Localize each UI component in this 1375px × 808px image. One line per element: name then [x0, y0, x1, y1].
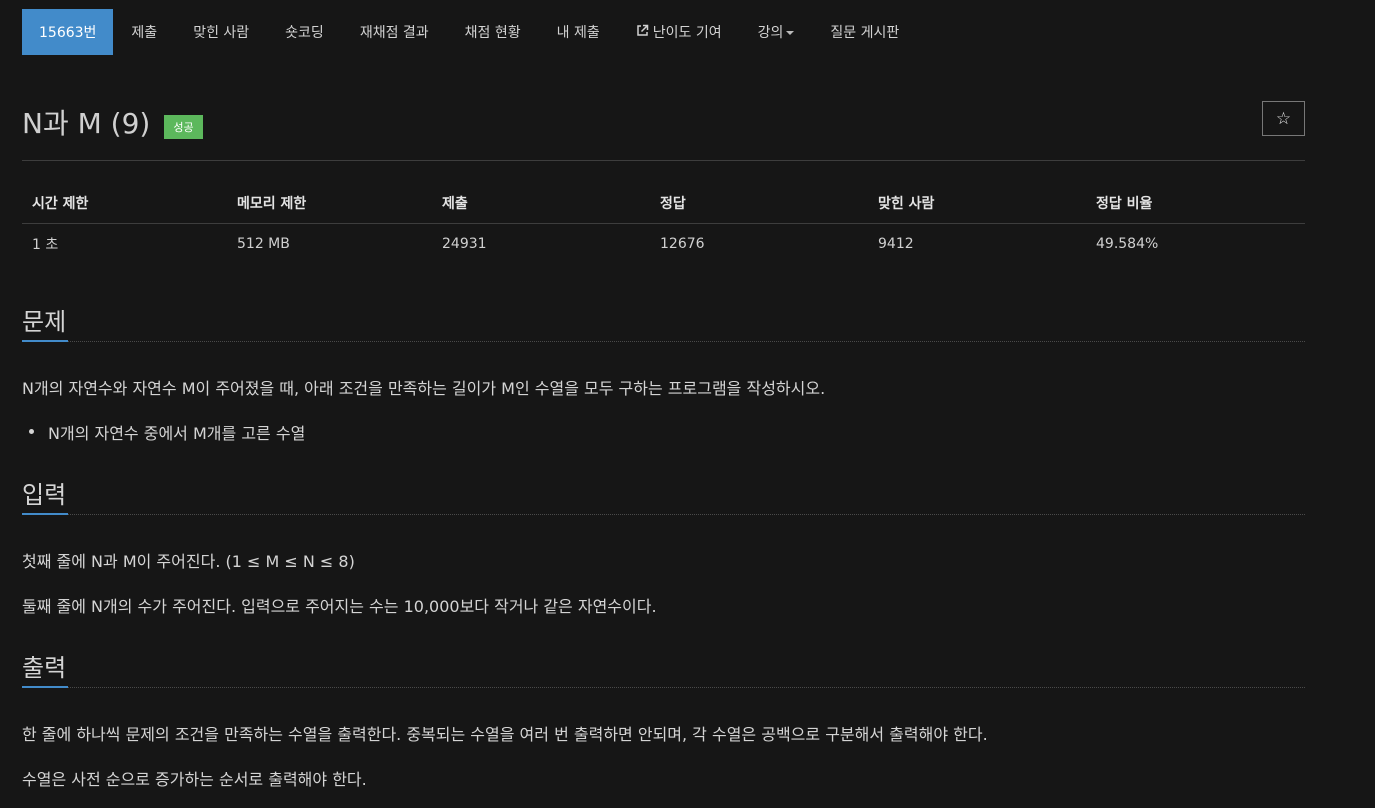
nav-item-label: 내 제출: [556, 25, 600, 41]
table-header-row: 시간 제한 메모리 제한 제출 정답 맞힌 사람 정답 비율: [22, 183, 1305, 224]
nav-item-problem[interactable]: 15663번: [22, 9, 114, 55]
section-heading-input: 입력: [22, 475, 1305, 515]
header-submissions: 제출: [432, 183, 650, 224]
section-underline: [22, 513, 68, 515]
section-divider: [22, 341, 1305, 342]
nav-item-solved-users[interactable]: 맞힌 사람: [175, 9, 267, 55]
problem-info-table: 시간 제한 메모리 제한 제출 정답 맞힌 사람 정답 비율 1 초 512 M…: [22, 183, 1305, 264]
header-solved-users: 맞힌 사람: [868, 183, 1086, 224]
nav-item-label: 제출: [131, 25, 158, 41]
header-accept-ratio: 정답 비율: [1086, 183, 1305, 224]
submissions-value: 24931: [442, 236, 487, 252]
section-title: 출력: [22, 654, 67, 682]
title-row: N과 M (9) 성공 ☆: [22, 98, 1305, 146]
accepted-value: 12676: [660, 236, 705, 252]
external-link-icon: [636, 24, 649, 41]
nav-item-label: 강의: [757, 25, 784, 41]
nav-item-label: 채점 현황: [464, 25, 521, 41]
nav-item-difficulty[interactable]: 난이도 기여: [618, 9, 740, 55]
nav-item-label: 질문 게시판: [830, 25, 900, 41]
header-memory-limit: 메모리 제한: [227, 183, 432, 224]
problem-description: N개의 자연수와 자연수 M이 주어졌을 때, 아래 조건을 만족하는 길이가 …: [22, 379, 826, 398]
nav-item-submit[interactable]: 제출: [113, 9, 175, 55]
section-heading-output: 출력: [22, 648, 1305, 688]
page: 15663번 제출 맞힌 사람 숏코딩 재채점 결과 채점 현황 내 제출 난이…: [0, 0, 1375, 808]
section-title: 입력: [22, 481, 67, 509]
section-underline: [22, 340, 68, 342]
header-accepted: 정답: [650, 183, 868, 224]
input-line: 첫째 줄에 N과 M이 주어진다. (1 ≤ M ≤ N ≤ 8): [22, 552, 355, 571]
input-line: 둘째 줄에 N개의 수가 주어진다. 입력으로 주어지는 수는 10,000보다…: [22, 597, 657, 616]
nav-item-my-submissions[interactable]: 내 제출: [539, 9, 618, 55]
nav-item-lectures[interactable]: 강의: [740, 9, 813, 55]
list-item: N개의 자연수 중에서 M개를 고른 수열: [28, 420, 305, 444]
nav-item-label: 난이도 기여: [652, 25, 722, 41]
star-icon: ☆: [1275, 108, 1292, 129]
solved-users-value: 9412: [878, 236, 914, 252]
nav-item-label: 맞힌 사람: [193, 25, 250, 41]
problem-nav: 15663번 제출 맞힌 사람 숏코딩 재채점 결과 채점 현황 내 제출 난이…: [22, 9, 917, 55]
nav-item-label: 15663번: [39, 25, 97, 41]
nav-item-status[interactable]: 채점 현황: [447, 9, 539, 55]
title-divider: [22, 160, 1305, 161]
memory-limit-value: 512 MB: [237, 236, 290, 252]
section-divider: [22, 687, 1305, 688]
time-limit-value: 1 초: [32, 237, 59, 253]
nav-item-rejudge[interactable]: 재채점 결과: [342, 9, 447, 55]
caret-down-icon: [786, 31, 795, 35]
nav-item-label: 재채점 결과: [359, 25, 429, 41]
problem-title: N과 M (9): [22, 107, 151, 140]
section-divider: [22, 514, 1305, 515]
table-row: 1 초 512 MB 24931 12676 9412 49.584%: [22, 224, 1305, 265]
section-heading-description: 문제: [22, 302, 1305, 342]
status-badge: 성공: [164, 115, 203, 139]
output-line: 수열은 사전 순으로 증가하는 순서로 출력해야 한다.: [22, 770, 367, 789]
accept-ratio-value: 49.584%: [1096, 236, 1159, 252]
section-title: 문제: [22, 308, 67, 336]
output-line: 한 줄에 하나씩 문제의 조건을 만족하는 수열을 출력한다. 중복되는 수열을…: [22, 725, 988, 744]
nav-item-qna-board[interactable]: 질문 게시판: [812, 9, 917, 55]
nav-item-label: 숏코딩: [285, 25, 324, 41]
header-time-limit: 시간 제한: [22, 183, 227, 224]
nav-item-short-coding[interactable]: 숏코딩: [267, 9, 342, 55]
favorite-button[interactable]: ☆: [1262, 101, 1305, 136]
section-underline: [22, 686, 68, 688]
